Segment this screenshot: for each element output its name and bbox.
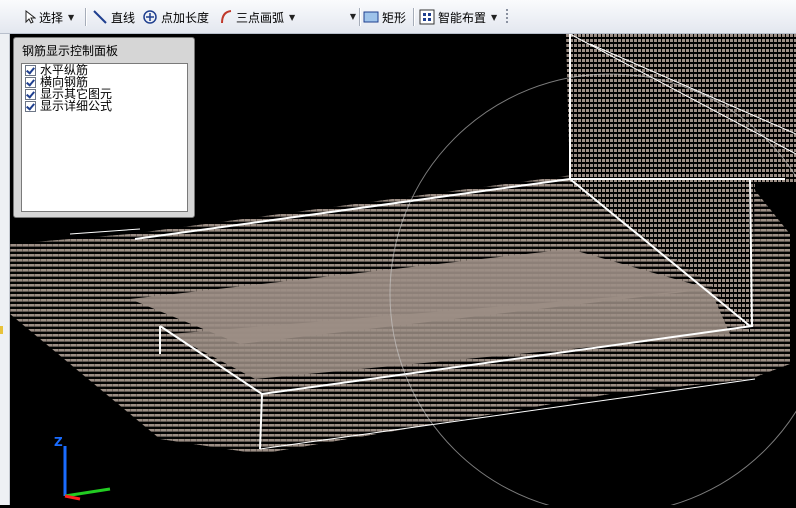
point-length-tool-button[interactable]: 点加长度 [142,8,209,26]
chevron-down-icon: ▼ [349,12,356,21]
select-tool-button[interactable]: 选择 ▼ [24,8,74,26]
option-label: 显示详细公式 [40,99,113,113]
rectangle-tool-button[interactable]: 矩形 [363,8,406,26]
toolbar-grip[interactable] [506,9,508,25]
left-edge-strip [0,0,10,505]
checkbox-checked[interactable] [25,88,36,100]
line-tool-label: 直线 [111,10,136,25]
smart-layout-label: 智能布置 [438,10,487,25]
select-tool-label: 选择 [39,10,64,25]
rectangle-icon [363,11,379,23]
line-tool-button[interactable]: 直线 [92,8,135,26]
three-point-arc-tool-button[interactable]: 三点画弧 ▼ [219,8,295,26]
rebar-display-control-panel: 钢筋显示控制面板 水平纵筋 横向钢筋 显示其它图元 显示详细公式 [13,37,195,218]
point-length-tool-label: 点加长度 [161,10,210,25]
panel-options-list: 水平纵筋 横向钢筋 显示其它图元 显示详细公式 [21,63,188,212]
cursor-icon [25,10,36,24]
line-icon [93,10,107,24]
rectangle-tool-label: 矩形 [382,10,407,25]
axis-z-label: Z [54,435,63,449]
toolbar: 选择 ▼ 直线 点加长度 三点画弧 ▼ ▼ 矩形 智能布置 ▼ [0,0,796,34]
chevron-down-icon: ▼ [289,12,296,22]
checkbox-checked[interactable] [25,64,36,76]
chevron-down-icon: ▼ [68,12,75,22]
checkbox-checked[interactable] [25,76,36,88]
option-show-detailed-formula[interactable]: 显示详细公式 [25,100,187,112]
chevron-down-icon: ▼ [491,12,498,22]
smart-layout-icon [419,9,435,25]
toolbar-combo[interactable]: ▼ [302,8,356,26]
arc-icon [221,10,232,24]
point-length-icon [143,10,157,24]
panel-title: 钢筋显示控制面板 [22,44,119,58]
three-point-arc-tool-label: 三点画弧 [236,10,285,25]
checkbox-checked[interactable] [25,100,36,112]
smart-layout-button[interactable]: 智能布置 ▼ [419,8,497,26]
axis-triad: Z [54,435,111,501]
